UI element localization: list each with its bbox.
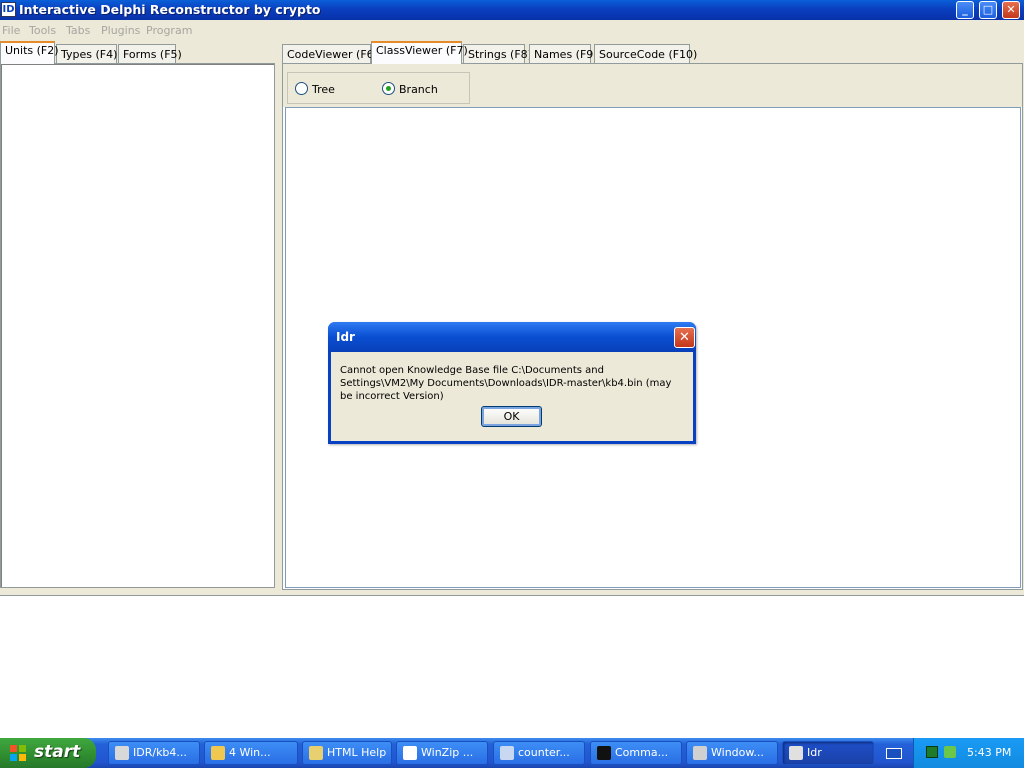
dialog-title: Idr — [336, 330, 355, 344]
taskbar-label: HTML Help — [327, 746, 387, 759]
menu-file[interactable]: File — [2, 24, 20, 37]
tab-names[interactable]: Names (F9) — [529, 44, 598, 64]
taskbar-label: Window... — [711, 746, 764, 759]
taskbar-label: Comma... — [615, 746, 669, 759]
menu-plugins[interactable]: Plugins — [101, 24, 140, 37]
units-list[interactable] — [0, 63, 275, 588]
taskbar-item-counter[interactable]: counter... — [493, 741, 585, 765]
dialog-close-button[interactable]: ✕ — [674, 327, 695, 348]
taskbar-item-command[interactable]: Comma... — [590, 741, 682, 765]
taskbar-label: IDR/kb4... — [133, 746, 187, 759]
right-panel: CodeViewer (F6) ClassViewer (F7) Strings… — [281, 41, 1024, 591]
idr-icon — [789, 746, 803, 760]
window-icon — [693, 746, 707, 760]
idr-icon[interactable]: ID — [1, 2, 16, 17]
taskbar-item-html-help[interactable]: HTML Help — [302, 741, 392, 765]
branch-label[interactable]: Branch — [399, 83, 438, 96]
taskbar-label: Idr — [807, 746, 822, 759]
ok-button[interactable]: OK — [481, 406, 542, 427]
options-band: Tree Branch — [283, 64, 1022, 107]
title-bar[interactable]: ID Interactive Delphi Reconstructor by c… — [0, 0, 1024, 20]
view-mode-group: Tree Branch — [287, 72, 470, 104]
tree-label[interactable]: Tree — [312, 83, 335, 96]
tab-codeviewer[interactable]: CodeViewer (F6) — [282, 44, 378, 64]
maximize-button[interactable]: □ — [979, 1, 997, 19]
system-tray: 5:43 PM — [913, 738, 1024, 768]
speaker-icon[interactable] — [944, 746, 956, 758]
taskbar-item-idr-kb4[interactable]: IDR/kb4... — [108, 741, 200, 765]
keyboard-layout-icon[interactable] — [886, 748, 902, 759]
network-icon[interactable] — [926, 746, 938, 758]
tree-radio[interactable] — [295, 82, 308, 95]
menu-bar: File Tools Tabs Plugins Program — [0, 20, 1024, 40]
taskbar-item-winzip[interactable]: WinZip ... — [396, 741, 488, 765]
branch-radio[interactable] — [382, 82, 395, 95]
clock[interactable]: 5:43 PM — [967, 746, 1011, 759]
taskbar-label: WinZip ... — [421, 746, 474, 759]
help-icon — [309, 746, 323, 760]
tab-units[interactable]: Units (F2) — [0, 41, 59, 64]
tab-forms[interactable]: Forms (F5) — [118, 44, 182, 64]
close-button[interactable]: ✕ — [1002, 1, 1020, 19]
winzip-icon — [403, 746, 417, 760]
tab-strings[interactable]: Strings (F8) — [463, 44, 532, 64]
idr-folder-icon — [115, 746, 129, 760]
taskbar-label: counter... — [518, 746, 570, 759]
window-title: Interactive Delphi Reconstructor by cryp… — [19, 2, 321, 17]
document-icon — [500, 746, 514, 760]
tab-classviewer[interactable]: ClassViewer (F7) — [371, 41, 468, 64]
dialog-message: Cannot open Knowledge Base file C:\Docum… — [340, 365, 672, 402]
tab-types[interactable]: Types (F4) — [56, 44, 117, 64]
start-button[interactable]: start — [0, 738, 96, 768]
menu-program[interactable]: Program — [146, 24, 192, 37]
console-icon — [597, 746, 611, 760]
menu-tools[interactable]: Tools — [29, 24, 56, 37]
taskbar-item-windows-group[interactable]: 4 Win... — [204, 741, 298, 765]
start-label: start — [34, 742, 81, 762]
error-dialog: Idr ✕ Cannot open Knowledge Base file C:… — [328, 322, 696, 444]
taskbar-label: 4 Win... — [229, 746, 271, 759]
menu-tabs[interactable]: Tabs — [66, 24, 90, 37]
tab-sourcecode[interactable]: SourceCode (F10) — [594, 44, 697, 64]
folder-icon — [211, 746, 225, 760]
left-panel: Units (F2) Types (F4) Forms (F5) — [0, 41, 278, 591]
taskbar: start IDR/kb4... 4 Win... HTML Help WinZ… — [0, 738, 1024, 768]
dialog-title-bar[interactable]: Idr ✕ — [328, 322, 696, 352]
windows-logo-icon — [10, 745, 26, 761]
log-pane[interactable] — [0, 595, 1024, 738]
taskbar-item-window[interactable]: Window... — [686, 741, 778, 765]
taskbar-item-idr[interactable]: Idr — [782, 741, 874, 765]
minimize-button[interactable]: _ — [956, 1, 974, 19]
